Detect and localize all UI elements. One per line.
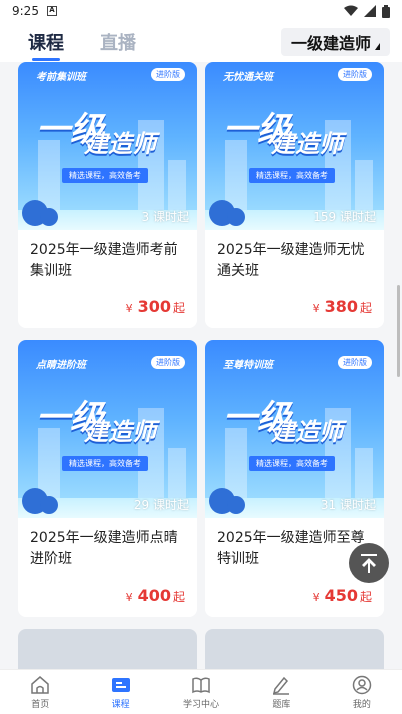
course-banner-image: 无忧通关班 进阶版 一级 建造师 精选课程，高效备考 159 课时起	[205, 62, 384, 230]
nav-question-bank-label: 题库	[272, 700, 291, 710]
wifi-icon	[344, 5, 358, 16]
back-to-top-button[interactable]	[349, 543, 389, 583]
app-screen: 9:25 A 课程 直播 一级建造师 考前集训班 进阶版 一级 建造师 精选课程…	[0, 0, 402, 714]
book-icon	[190, 674, 212, 696]
lesson-count: 31 课时起	[320, 498, 376, 512]
version-badge: 进阶版	[151, 68, 185, 81]
currency-symbol: ¥	[125, 302, 133, 315]
dropdown-caret-icon	[375, 43, 380, 50]
arrow-up-icon	[361, 554, 377, 573]
tree-icon	[40, 208, 58, 226]
lesson-count: 29 课时起	[133, 498, 189, 512]
status-icons	[344, 4, 390, 18]
user-icon	[351, 674, 373, 696]
price-value: 380	[324, 297, 358, 316]
course-title: 2025年一级建造师无忧通关班	[217, 242, 365, 279]
nav-profile-label: 我的	[352, 700, 371, 710]
banner-headline-2: 建造师	[271, 418, 343, 446]
pencil-icon	[270, 674, 292, 696]
top-header: 课程 直播 一级建造师	[0, 22, 402, 62]
nav-courses-label: 课程	[111, 700, 130, 710]
version-badge: 进阶版	[151, 356, 185, 369]
version-badge: 进阶版	[338, 356, 372, 369]
nav-learning-label: 学习中心	[183, 700, 220, 710]
course-price: ¥ 380 起	[313, 297, 372, 316]
status-bar: 9:25 A	[0, 0, 402, 22]
course-price: ¥ 400 起	[126, 586, 185, 605]
course-banner-image: 点睛进阶班 进阶版 一级 建造师 精选课程，高效备考 29 课时起	[18, 340, 197, 518]
nav-learning-center[interactable]: 学习中心	[161, 670, 241, 714]
currency-symbol: ¥	[312, 302, 320, 315]
tab-courses[interactable]: 课程	[28, 29, 64, 61]
banner-headline-2: 建造师	[84, 418, 156, 446]
nav-profile[interactable]: 我的	[322, 670, 402, 714]
banner-headline-2: 建造师	[84, 130, 156, 158]
home-icon	[29, 674, 51, 696]
course-card[interactable]: 考前集训班 进阶版 一级 建造师 精选课程，高效备考 3 课时起 2025年一级…	[18, 62, 197, 328]
lesson-count: 3 课时起	[141, 210, 189, 224]
price-suffix: 起	[359, 590, 372, 604]
lesson-count: 159 课时起	[313, 210, 376, 224]
course-card[interactable]: 点睛进阶班 进阶版 一级 建造师 精选课程，高效备考 29 课时起 2025年一…	[18, 340, 197, 617]
banner-tag: 点睛进阶班	[36, 360, 86, 371]
signal-icon	[364, 5, 376, 17]
version-badge: 进阶版	[338, 68, 372, 81]
course-title: 2025年一级建造师考前集训班	[30, 242, 178, 279]
price-value: 300	[137, 297, 171, 316]
course-icon	[110, 674, 132, 696]
exam-selector[interactable]: 一级建造师	[280, 28, 390, 56]
course-title: 2025年一级建造师点晴进阶班	[30, 530, 178, 567]
banner-headline-2: 建造师	[271, 130, 343, 158]
tree-icon	[227, 208, 245, 226]
banner-slogan: 精选课程，高效备考	[249, 456, 335, 471]
currency-symbol: ¥	[312, 591, 320, 604]
price-value: 450	[324, 586, 358, 605]
nav-courses[interactable]: 课程	[80, 670, 160, 714]
course-grid: 考前集训班 进阶版 一级 建造师 精选课程，高效备考 3 课时起 2025年一级…	[0, 62, 402, 669]
price-value: 400	[137, 586, 171, 605]
course-card-placeholder[interactable]	[18, 629, 197, 669]
scrollbar[interactable]	[397, 285, 400, 377]
tree-icon	[40, 496, 58, 514]
nav-home[interactable]: 首页	[0, 670, 80, 714]
price-suffix: 起	[359, 301, 372, 315]
battery-icon	[382, 4, 390, 18]
course-price: ¥ 450 起	[313, 586, 372, 605]
nav-question-bank[interactable]: 题库	[241, 670, 321, 714]
price-suffix: 起	[172, 590, 185, 604]
banner-slogan: 精选课程，高效备考	[62, 456, 148, 471]
nav-home-label: 首页	[31, 700, 50, 710]
exam-selector-label: 一级建造师	[290, 34, 371, 53]
course-price: ¥ 300 起	[126, 297, 185, 316]
course-banner-image: 考前集训班 进阶版 一级 建造师 精选课程，高效备考 3 课时起	[18, 62, 197, 230]
price-suffix: 起	[172, 301, 185, 315]
status-time: 9:25	[12, 4, 39, 18]
sim-icon: A	[46, 6, 57, 16]
course-banner-image: 至尊特训班 进阶版 一级 建造师 精选课程，高效备考 31 课时起	[205, 340, 384, 518]
banner-tag: 至尊特训班	[223, 360, 273, 371]
banner-slogan: 精选课程，高效备考	[62, 168, 148, 183]
tab-live[interactable]: 直播	[100, 29, 136, 55]
banner-tag: 无忧通关班	[223, 72, 273, 83]
bottom-nav: 首页 课程 学习中心 题库 我的	[0, 669, 402, 714]
course-card-placeholder[interactable]	[205, 629, 384, 669]
course-card[interactable]: 无忧通关班 进阶版 一级 建造师 精选课程，高效备考 159 课时起 2025年…	[205, 62, 384, 328]
banner-slogan: 精选课程，高效备考	[249, 168, 335, 183]
tree-icon	[227, 496, 245, 514]
currency-symbol: ¥	[125, 591, 133, 604]
banner-tag: 考前集训班	[36, 72, 86, 83]
